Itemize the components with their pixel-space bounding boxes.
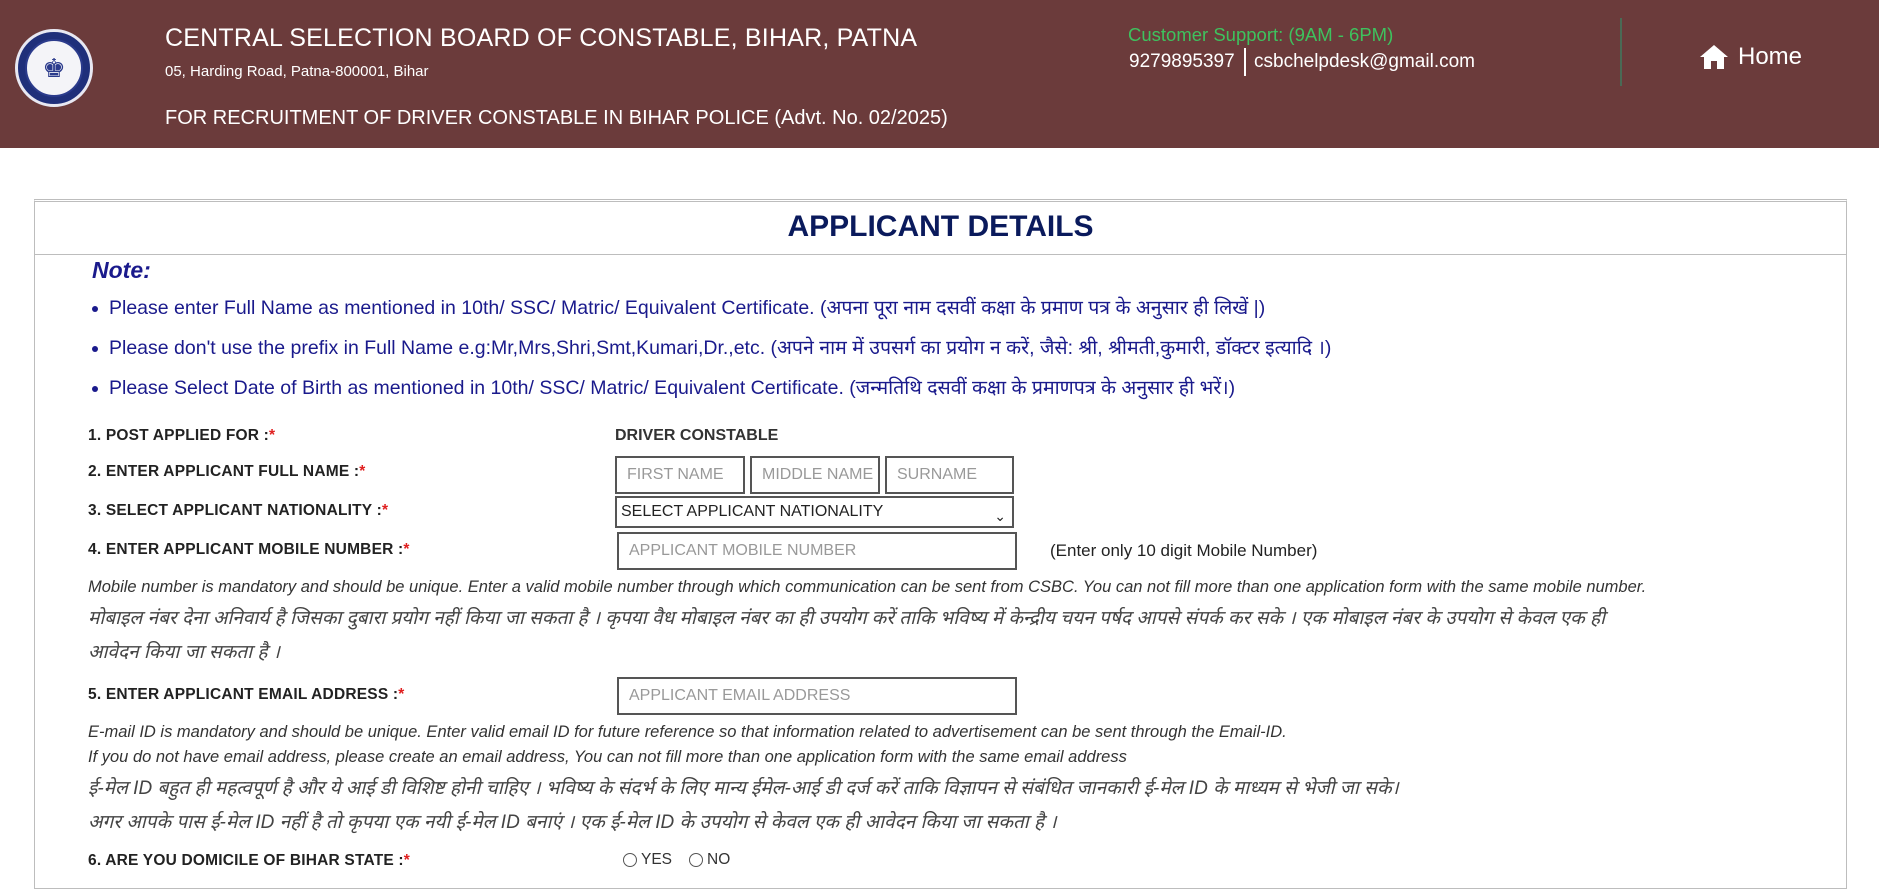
panel-title: APPLICANT DETAILS [35,202,1846,255]
radio-yes[interactable] [623,853,637,867]
middle-name-input[interactable]: MIDDLE NAME [750,456,880,494]
nationality-label: 3. SELECT APPLICANT NATIONALITY :* [88,502,389,519]
site-header: ♚ CENTRAL SELECTION BOARD OF CONSTABLE, … [0,0,1879,148]
org-name: CENTRAL SELECTION BOARD OF CONSTABLE, BI… [165,24,918,52]
board-logo: ♚ [15,29,93,107]
support-phone: 9279895397 [1129,51,1235,72]
emblem-icon: ♚ [25,39,83,97]
home-icon [1700,45,1728,69]
email-info-hi-line2: अगर आपके पास ई-मेल ID नहीं है तो कृपया ए… [88,812,1057,833]
chevron-down-icon: ⌄ [994,508,1006,524]
header-divider [1620,18,1622,86]
email-input[interactable]: APPLICANT EMAIL ADDRESS [617,677,1017,715]
domicile-no-label: NO [707,851,731,868]
first-name-input[interactable]: FIRST NAME [615,456,745,494]
org-address: 05, Harding Road, Patna-800001, Bihar [165,63,429,80]
radio-no[interactable] [689,853,703,867]
home-link[interactable]: Home [1698,43,1802,71]
home-label: Home [1738,43,1803,70]
mobile-hint: (Enter only 10 digit Mobile Number) [1050,541,1318,560]
email-label: 5. ENTER APPLICANT EMAIL ADDRESS :* [88,686,405,703]
mobile-info-en: Mobile number is mandatory and should be… [88,578,1647,596]
domicile-label: 6. ARE YOU DOMICILE OF BIHAR STATE :* [88,852,411,869]
email-info-hi-line1: ई-मेल ID बहुत ही महत्वपूर्ण है और ये आई … [88,778,1399,799]
domicile-yes-label: YES [641,851,673,868]
post-value: DRIVER CONSTABLE [615,427,779,444]
note-item: Please Select Date of Birth as mentioned… [92,371,1331,411]
support-email: csbchelpdesk@gmail.com [1254,51,1475,72]
mobile-label: 4. ENTER APPLICANT MOBILE NUMBER :* [88,541,410,558]
nationality-selected-value: SELECT APPLICANT NATIONALITY [621,503,884,520]
note-item: Please enter Full Name as mentioned in 1… [92,291,1331,331]
note-item: Please don't use the prefix in Full Name… [92,331,1331,371]
domicile-no-option[interactable]: NO [689,851,730,869]
name-label: 2. ENTER APPLICANT FULL NAME :* [88,463,366,480]
post-label: 1. POST APPLIED FOR :* [88,427,276,444]
note-list: Please enter Full Name as mentioned in 1… [92,291,1331,411]
support-separator [1244,48,1246,76]
recruitment-title: FOR RECRUITMENT OF DRIVER CONSTABLE IN B… [165,107,948,129]
nationality-select[interactable]: SELECT APPLICANT NATIONALITY ⌄ [615,496,1014,528]
email-info-en-line1: E-mail ID is mandatory and should be uni… [88,723,1287,741]
surname-input[interactable]: SURNAME [885,456,1014,494]
mobile-input[interactable]: APPLICANT MOBILE NUMBER [617,532,1017,570]
mobile-info-hi-line2: आवेदन किया जा सकता है । [88,642,280,663]
email-info-en-line2: If you do not have email address, please… [88,748,1127,766]
note-title: Note: [92,257,151,283]
domicile-yes-option[interactable]: YES [623,851,672,869]
mobile-info-hi-line1: मोबाइल नंबर देना अनिवार्य है जिसका दुबार… [88,608,1606,629]
support-label: Customer Support: (9AM - 6PM) [1128,24,1394,45]
